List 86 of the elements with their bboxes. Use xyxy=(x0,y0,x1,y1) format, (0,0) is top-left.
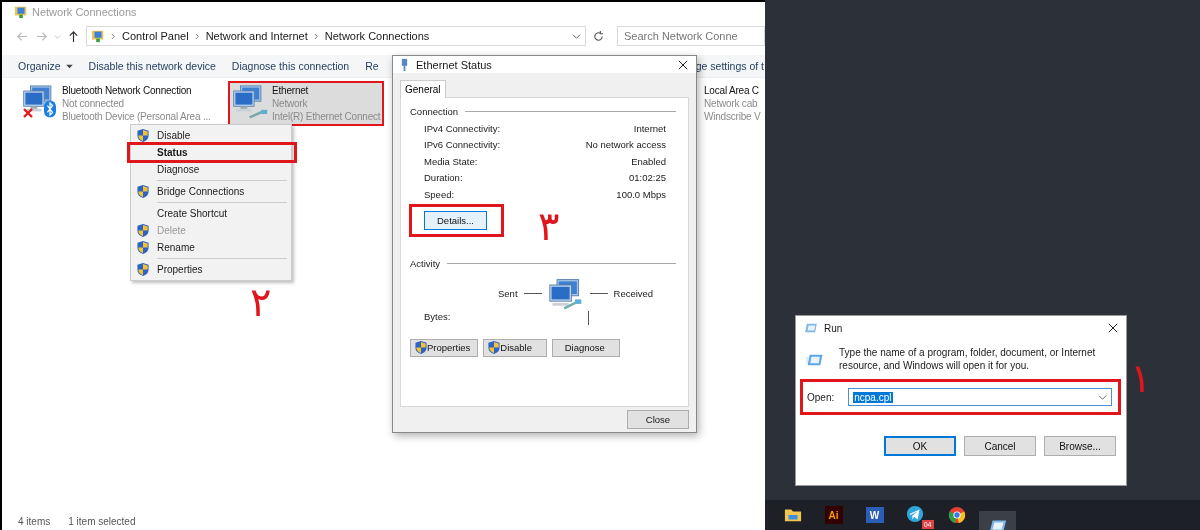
field-label: Speed: xyxy=(424,188,455,200)
illustrator-icon: Ai xyxy=(824,506,843,524)
connection-device: Intel(R) Ethernet Connect xyxy=(272,110,381,123)
sent-label: Sent xyxy=(498,288,518,299)
window-title: Network Connections xyxy=(32,6,137,18)
status-bar-text: 1 item selected xyxy=(68,516,136,529)
bytes-label: Bytes: xyxy=(424,310,451,322)
tab[interactable]: General xyxy=(400,80,446,98)
open-label: Open: xyxy=(807,391,835,403)
taskbar-button[interactable]: Ai xyxy=(815,500,852,530)
connection-name: Local Area C xyxy=(704,84,760,97)
search-field[interactable]: Search Network Conne xyxy=(617,26,765,46)
breadcrumb-item[interactable]: Network Connections xyxy=(324,30,430,42)
dialog-button[interactable]: Disable xyxy=(483,338,548,357)
paper-plane-icon xyxy=(905,505,924,523)
toolbar-button[interactable]: Disable this network device xyxy=(82,58,222,74)
open-combo-field[interactable]: ncpa.cpl xyxy=(848,388,1112,406)
chrome-icon xyxy=(947,506,966,524)
refresh-icon[interactable] xyxy=(592,29,605,43)
field-value: Internet xyxy=(633,122,666,134)
field-value: No network access xyxy=(585,139,666,151)
connection-name: Ethernet xyxy=(272,84,310,97)
cable-icon xyxy=(248,109,268,119)
menu-item[interactable]: Diagnose xyxy=(131,161,291,178)
dialog-title: Run xyxy=(824,322,843,334)
close-button[interactable]: Close xyxy=(627,410,689,429)
field-value: 100.0 Mbps xyxy=(616,188,666,200)
breadcrumb-item[interactable]: Network and Internet xyxy=(205,30,308,42)
network-folder-icon xyxy=(91,29,105,43)
menu-item[interactable]: Rename xyxy=(131,239,291,256)
close-icon[interactable] xyxy=(678,59,688,70)
bluetooth-icon xyxy=(44,100,56,118)
menu-item[interactable]: Status xyxy=(129,144,295,161)
details-button[interactable]: Details... xyxy=(424,210,487,230)
plug-icon xyxy=(401,57,408,72)
chevron-icon xyxy=(111,32,116,40)
field-value: 01:02:25 xyxy=(629,172,666,184)
taskbar-button[interactable]: W xyxy=(856,500,893,530)
step-number: ۱ xyxy=(1130,358,1152,398)
up-arrow-icon[interactable] xyxy=(67,29,80,43)
dialog-button[interactable]: Diagnose xyxy=(552,338,621,357)
toolbar-button[interactable]: Re xyxy=(359,58,385,74)
status-bar-text: 4 items xyxy=(18,516,51,529)
field-label: Duration: xyxy=(424,172,463,184)
run-icon xyxy=(804,323,818,333)
menu-item[interactable]: Properties xyxy=(131,261,291,278)
dialog-button[interactable]: OK xyxy=(884,436,956,456)
connection-status: Network xyxy=(272,97,309,110)
toolbar-button[interactable]: Diagnose this connection xyxy=(225,58,356,74)
connection-item[interactable]: Ethernet Network Intel(R) Ethernet Connect xyxy=(228,81,385,126)
field-label: Media State: xyxy=(424,155,478,167)
step-number: ۲ xyxy=(250,282,272,322)
chevron-icon xyxy=(194,32,200,40)
dialog-title: Ethernet Status xyxy=(416,58,492,71)
field-value: Enabled xyxy=(631,155,666,167)
connection-status: Network cab xyxy=(704,97,759,110)
group-heading: Activity xyxy=(410,257,441,269)
dialog-button[interactable]: Properties xyxy=(410,338,479,357)
field-label: IPv6 Connectivity: xyxy=(424,139,501,151)
run-description: Type the name of a program, folder, document, or Internet resource, and Windows will open it for you. xyxy=(839,346,1097,372)
word-icon: W xyxy=(865,507,884,523)
network-computers-icon xyxy=(547,276,584,311)
caret-icon xyxy=(65,63,73,69)
dialog-button[interactable]: Browse... xyxy=(1044,436,1116,456)
address-bar[interactable]: Control Panel Network and Internet Network Connections xyxy=(86,26,586,46)
menu-item[interactable]: Bridge Connections xyxy=(131,183,291,200)
connection-name: Bluetooth Network Connection xyxy=(62,84,193,97)
chevron-icon xyxy=(313,32,319,40)
connection-item[interactable]: Local Area C Network cab Windscribe V xyxy=(700,81,765,126)
menu-item[interactable]: Disable xyxy=(131,127,291,144)
close-icon[interactable] xyxy=(1108,323,1118,333)
connection-device: Windscribe V xyxy=(704,110,761,123)
dialog-button[interactable]: Cancel xyxy=(964,436,1036,456)
connection-status: Not connected xyxy=(62,97,125,110)
toolbar-button[interactable]: Organize xyxy=(12,58,79,74)
dropdown-caret-icon[interactable] xyxy=(572,32,581,40)
network-folder-icon xyxy=(14,5,28,19)
step-number: ۳ xyxy=(538,206,560,246)
connection-item[interactable]: Bluetooth Network Connection Not connected Bluetooth Device (Personal Area ... xyxy=(18,81,215,126)
breadcrumb-item[interactable]: Control Panel xyxy=(122,30,189,42)
menu-item[interactable]: Create Shortcut xyxy=(131,205,291,222)
received-label: Received xyxy=(613,288,654,299)
group-heading: Connection xyxy=(410,106,459,117)
field-label: IPv4 Connectivity: xyxy=(424,122,501,134)
connection-device: Bluetooth Device (Personal Area ... xyxy=(62,110,211,123)
dropdown-caret-icon[interactable] xyxy=(1098,393,1107,401)
